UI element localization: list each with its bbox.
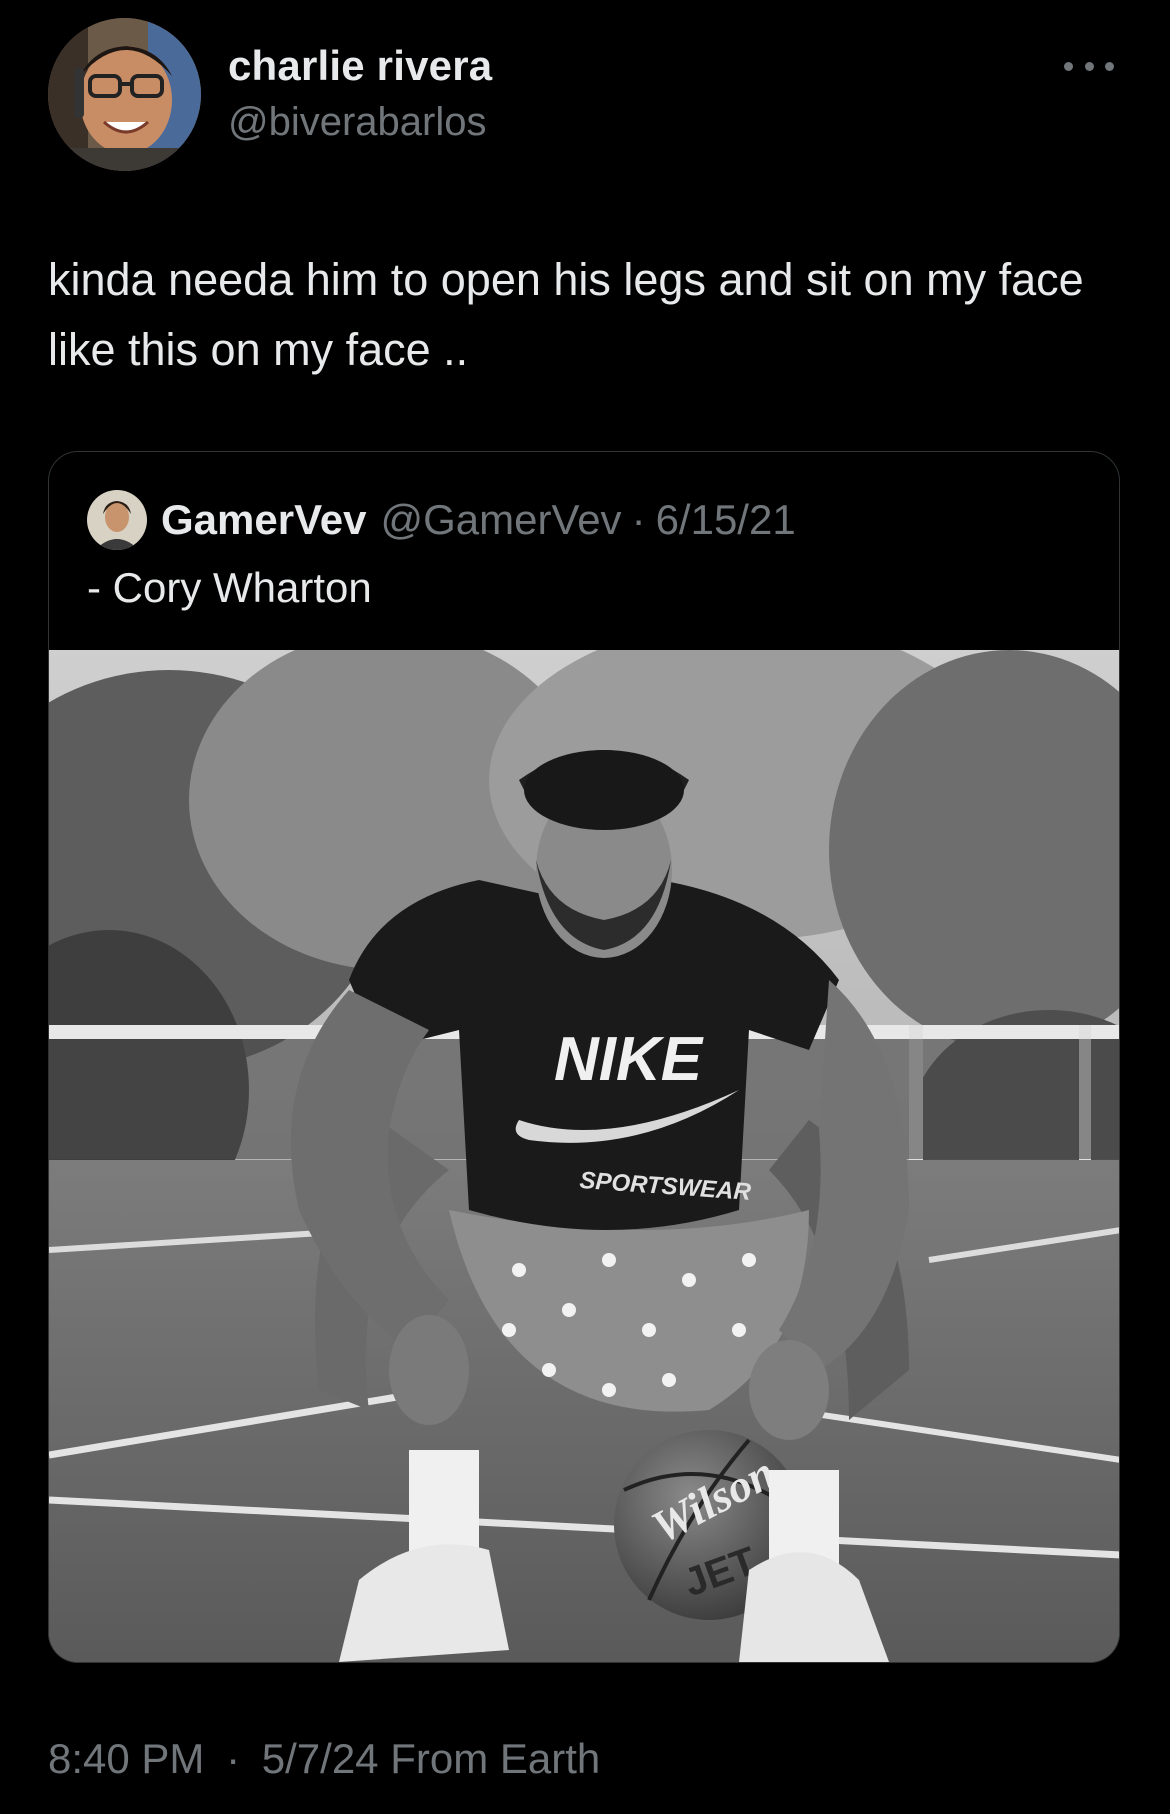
quoted-date[interactable]: 6/15/21 bbox=[656, 496, 796, 544]
quoted-media-photo[interactable]: Wilson JET NIKE SPORTSWEAR bbox=[49, 650, 1119, 1662]
author-display-name[interactable]: charlie rivera bbox=[228, 42, 492, 90]
quoted-author-avatar[interactable] bbox=[87, 490, 147, 550]
photo-image: Wilson JET NIKE SPORTSWEAR bbox=[49, 650, 1119, 1662]
dot bbox=[1064, 61, 1073, 71]
author-avatar[interactable] bbox=[48, 18, 201, 171]
user-avatar-photo-icon bbox=[87, 490, 147, 550]
author-handle[interactable]: @biverabarlos bbox=[228, 100, 487, 145]
separator-dot: · bbox=[226, 1735, 241, 1782]
quoted-display-name[interactable]: GamerVev bbox=[161, 496, 367, 544]
tweet-text: kinda needa him to open his legs and sit… bbox=[48, 254, 1084, 375]
tweet-source: From Earth bbox=[390, 1735, 601, 1782]
tweet-header: charlie rivera @biverabarlos bbox=[48, 18, 1122, 173]
quoted-tweet-text: - Cory Wharton bbox=[87, 564, 372, 611]
tweet-footer: 8:40 PM · 5/7/24 From Earth bbox=[48, 1735, 600, 1783]
tweet-date[interactable]: 5/7/24 bbox=[262, 1735, 379, 1782]
quoted-tweet-card[interactable]: GamerVev @GamerVev · 6/15/21 - Cory Whar… bbox=[48, 451, 1120, 1663]
dot bbox=[1105, 61, 1114, 71]
more-options-icon[interactable] bbox=[1064, 56, 1114, 76]
user-avatar-photo-icon bbox=[48, 18, 201, 171]
dot bbox=[1084, 61, 1094, 71]
quoted-tweet-header: GamerVev @GamerVev · 6/15/21 bbox=[87, 490, 796, 550]
separator-dot: · bbox=[631, 496, 646, 543]
tweet-time[interactable]: 8:40 PM bbox=[48, 1735, 204, 1782]
shirt-brand-text: NIKE bbox=[554, 1025, 704, 1094]
quoted-handle[interactable]: @GamerVev bbox=[381, 496, 622, 544]
